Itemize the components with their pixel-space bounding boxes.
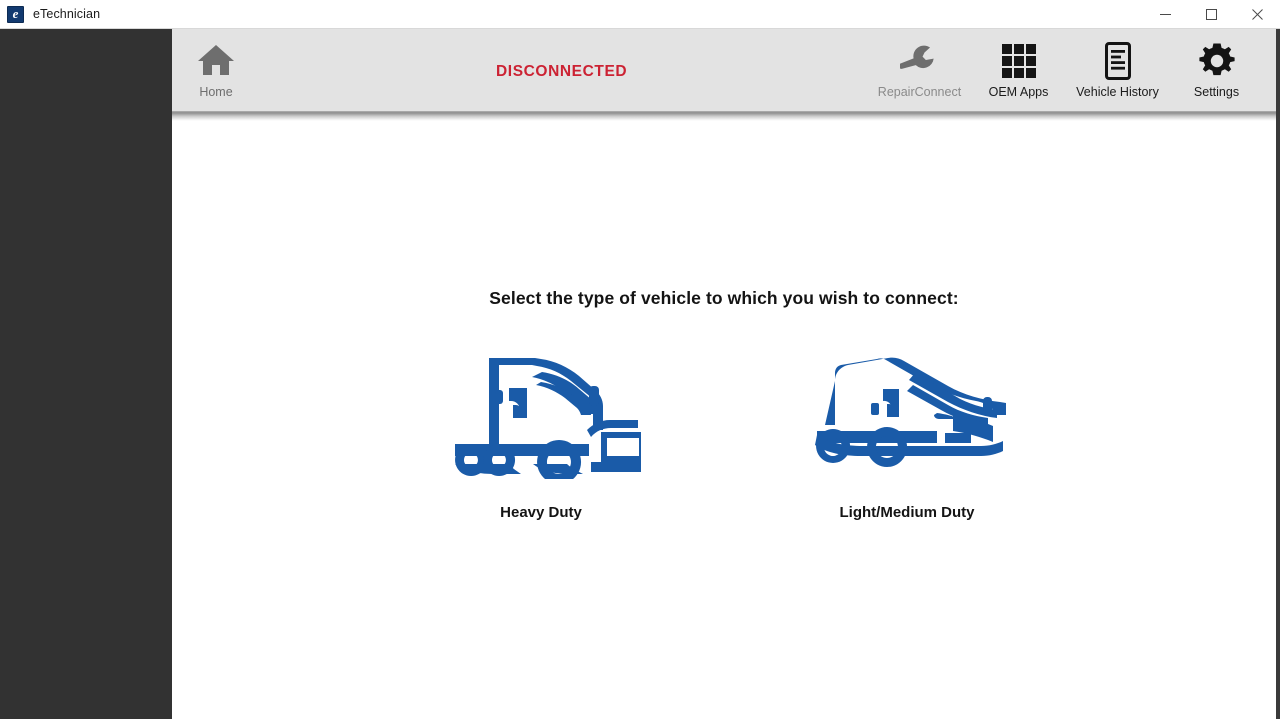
semi-truck-icon [441, 336, 641, 486]
toolbar-item-repairconnect[interactable]: RepairConnect [870, 29, 969, 111]
title-bar-left: e eTechnician [0, 5, 101, 23]
maximize-icon[interactable] [1188, 0, 1234, 29]
title-bar: e eTechnician [0, 0, 1280, 29]
toolbar-item-settings[interactable]: Settings [1167, 29, 1266, 111]
toolbar-item-vehicle-history[interactable]: Vehicle History [1068, 29, 1167, 111]
toolbar-item-oem-apps[interactable]: OEM Apps [969, 29, 1068, 111]
left-rail [0, 29, 172, 719]
vehicle-choice-label: Light/Medium Duty [839, 504, 975, 521]
vehicle-choice-light-medium-duty[interactable]: Light/Medium Duty [772, 336, 1042, 521]
vehicle-choice-heavy-duty[interactable]: Heavy Duty [406, 336, 676, 521]
toolbar-item-label: Settings [1193, 85, 1240, 99]
close-icon[interactable] [1234, 0, 1280, 29]
home-button[interactable]: Home [172, 29, 260, 111]
vehicle-type-choices: Heavy Duty Light/Medium Duty [172, 336, 1276, 521]
home-icon [196, 42, 236, 83]
main-content: Select the type of vehicle to which you … [172, 121, 1276, 719]
toolbar-actions: RepairConnect OEM Apps Vehicle History S… [870, 29, 1266, 111]
top-toolbar: Home DISCONNECTED RepairConnect OEM Apps… [172, 29, 1276, 111]
toolbar-item-label: OEM Apps [988, 85, 1049, 99]
toolbar-shadow [172, 111, 1276, 121]
cargo-van-icon [805, 336, 1010, 486]
vehicle-choice-label: Heavy Duty [500, 504, 582, 521]
minimize-icon[interactable] [1142, 0, 1188, 29]
home-button-label: Home [199, 84, 233, 99]
document-lines-icon [1101, 41, 1135, 81]
app-icon-letter: e [12, 5, 19, 21]
page-title: Select the type of vehicle to which you … [489, 288, 959, 308]
right-edge-border [1276, 29, 1280, 719]
gear-icon [1197, 41, 1237, 81]
connection-status-badge: DISCONNECTED [496, 63, 628, 80]
toolbar-item-label: Vehicle History [1076, 85, 1159, 99]
grid-3x3-icon [1001, 41, 1036, 81]
etechnician-e-icon: e [7, 5, 24, 23]
etechnician-window: e eTechnician Home DISCONNECTED RepairCo… [0, 0, 1280, 719]
toolbar-item-label: RepairConnect [877, 85, 962, 99]
wrench-icon [899, 41, 940, 81]
window-controls [1142, 0, 1280, 29]
window-title: eTechnician [33, 7, 101, 21]
